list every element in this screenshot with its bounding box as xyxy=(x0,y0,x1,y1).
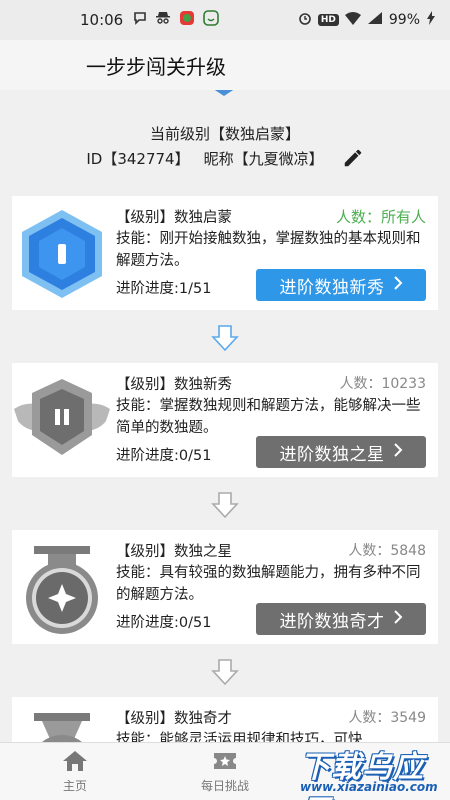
advance-button[interactable]: 进阶数独之星 xyxy=(256,436,426,468)
level-4-badge-icon xyxy=(34,713,90,742)
chat-icon xyxy=(203,10,220,30)
app-icon xyxy=(179,10,195,30)
hd-badge: HD xyxy=(317,14,339,26)
advance-button[interactable]: 进阶数独新秀 xyxy=(256,269,426,301)
wifi-icon xyxy=(344,11,361,29)
level-progress: 进阶进度:1/51 xyxy=(116,281,212,297)
level-title: 【级别】数独奇才 xyxy=(116,711,232,727)
level-skill: 技能：刚开始接触数独，掌握数独的基本规则和解题方法。 xyxy=(116,231,421,269)
chevron-right-icon xyxy=(393,442,403,462)
notification-icons xyxy=(133,10,220,30)
status-bar: 10:06 HD 99% xyxy=(0,0,450,40)
level-list[interactable]: 当前级别【数独启蒙】 ID【342774】 昵称【九夏微凉】 【级别】数独启蒙 … xyxy=(0,90,450,742)
level-skill: 技能：能够灵活运用规律和技巧，可快 xyxy=(116,732,363,742)
nav-daily-challenge[interactable]: 每日挑战 xyxy=(150,743,300,800)
profile-id-row: ID【342774】 昵称【九夏微凉】 xyxy=(0,147,450,169)
level-card: 【级别】数独启蒙 人数：所有人 技能：刚开始接触数独，掌握数独的基本规则和解题方… xyxy=(12,196,438,310)
home-icon xyxy=(63,751,87,771)
advance-button[interactable]: 进阶数独奇才 xyxy=(256,603,426,635)
chevron-right-icon xyxy=(393,275,403,295)
nav-home-label: 主页 xyxy=(62,779,87,793)
message-icon xyxy=(133,11,147,29)
charging-icon xyxy=(426,11,436,29)
nickname: 昵称【九夏微凉】 xyxy=(203,149,324,168)
page-title: 一步步闯关升级 xyxy=(86,54,226,79)
advance-button-label: 进阶数独之星 xyxy=(279,444,385,465)
status-time: 10:06 xyxy=(80,11,124,29)
level-progress: 进阶进度:0/51 xyxy=(116,615,212,631)
level-skill: 技能：掌握数独规则和解题方法，能够解决一些简单的数独题。 xyxy=(116,398,421,436)
level-skill: 技能：具有较强的数独解题能力，拥有多种不同的解题方法。 xyxy=(116,565,421,603)
level-card: 【级别】数独之星 人数：5848 技能：具有较强的数独解题能力，拥有多种不同的解… xyxy=(12,530,438,644)
level-card: 【级别】数独新秀 人数：10233 技能：掌握数独规则和解题方法，能够解决一些简… xyxy=(12,363,438,477)
level-count: 人数：所有人 xyxy=(335,208,426,226)
level-title: 【级别】数独启蒙 xyxy=(116,210,232,226)
level-count: 人数：3549 xyxy=(348,710,426,726)
down-arrow-icon xyxy=(211,325,239,352)
chevron-right-icon xyxy=(393,609,403,629)
status-right: HD 99% xyxy=(298,11,436,29)
level-count: 人数：5848 xyxy=(348,543,426,559)
watermark-url: www.xiazainiao.com xyxy=(300,780,438,794)
level-title: 【级别】数独新秀 xyxy=(116,377,232,393)
edit-pencil-icon[interactable] xyxy=(342,147,364,169)
nav-daily-label: 每日挑战 xyxy=(200,779,249,793)
advance-button-label: 进阶数独奇才 xyxy=(279,611,385,632)
incognito-icon xyxy=(155,11,171,29)
level-3-badge-icon xyxy=(26,546,98,634)
ticket-star-icon xyxy=(214,753,236,769)
nav-home[interactable]: 主页 xyxy=(0,743,150,800)
down-arrow-icon xyxy=(211,492,239,519)
level-progress: 进阶进度:0/51 xyxy=(116,448,212,464)
current-level-text: 当前级别【数独启蒙】 xyxy=(149,125,300,143)
level-card: 【级别】数独奇才 人数：3549 技能：能够灵活运用规律和技巧，可快 xyxy=(12,697,438,742)
cell-signal-icon xyxy=(367,11,383,29)
user-id: ID【342774】 xyxy=(86,149,190,168)
battery-percent: 99% xyxy=(388,12,420,28)
level-count: 人数：10233 xyxy=(339,376,426,392)
level-2-badge-icon xyxy=(14,379,110,455)
down-arrow-icon xyxy=(211,659,239,686)
level-title: 【级别】数独之星 xyxy=(116,544,232,560)
app-bar: 一步步闯关升级 xyxy=(0,40,450,90)
level-1-badge-icon xyxy=(22,210,102,298)
advance-button-label: 进阶数独新秀 xyxy=(279,277,385,298)
current-level-badge-icon xyxy=(214,90,234,96)
alarm-icon xyxy=(298,11,312,29)
